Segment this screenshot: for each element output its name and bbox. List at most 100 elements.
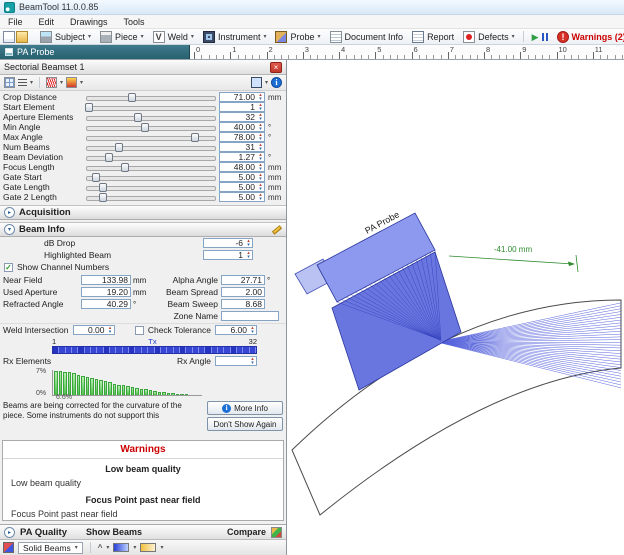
solid-beams-select[interactable]: Solid Beams ▾ [18, 542, 83, 554]
toolbar-subject-button[interactable]: Subject▾ [36, 29, 95, 45]
drawing-area[interactable]: PA Probe -41.00 mm [287, 60, 624, 555]
chevron-down-icon[interactable]: ▾ [106, 544, 109, 551]
spinner-arrows[interactable]: ▴▾ [257, 163, 264, 171]
parameter-slider[interactable] [86, 143, 216, 152]
spinner-arrows[interactable]: ▴▾ [257, 103, 264, 111]
stat-value[interactable]: 133.98 [81, 275, 131, 285]
toolbar-weld-button[interactable]: Weld▾ [149, 29, 198, 45]
spinner-arrows[interactable]: ▴▾ [257, 133, 264, 141]
spin-down-icon[interactable]: ▾ [259, 137, 262, 141]
slider-thumb[interactable] [128, 93, 136, 102]
slider-thumb[interactable] [115, 143, 123, 152]
gain-icon[interactable] [66, 77, 77, 88]
section-pa-quality[interactable]: ▸ PA Quality Show Beams Compare [0, 524, 286, 539]
rx-angle-spinbox[interactable]: ▴▾ [215, 356, 257, 366]
check-tolerance-checkbox[interactable] [135, 326, 144, 335]
folder-icon[interactable] [16, 31, 28, 43]
menu-item-edit[interactable]: Edit [31, 16, 63, 28]
show-channel-numbers-checkbox[interactable]: ✓ [4, 263, 13, 272]
show-beams-button[interactable]: Show Beams [86, 527, 142, 537]
stat-value[interactable]: 8.68 [221, 299, 265, 309]
parameter-slider[interactable] [86, 123, 216, 132]
slider-thumb[interactable] [105, 153, 113, 162]
stat-value[interactable]: 2.00 [221, 287, 265, 297]
stat-value[interactable]: 27.71 [221, 275, 265, 285]
zone-name-input[interactable] [221, 311, 279, 321]
spinner-arrows[interactable]: ▴▾ [107, 326, 114, 334]
element-cell[interactable] [250, 347, 256, 353]
spin-down-icon[interactable]: ▾ [259, 167, 262, 171]
grid-icon[interactable] [4, 77, 15, 88]
chevron-down-icon[interactable]: ▾ [4, 224, 15, 235]
value-spinbox[interactable]: 5.00▴▾ [219, 172, 265, 182]
display-options-icon[interactable] [251, 77, 262, 88]
spin-down-icon[interactable]: ▾ [247, 255, 250, 259]
compare-button[interactable]: Compare [227, 527, 266, 537]
spinner-arrows[interactable]: ▴▾ [257, 93, 264, 101]
dont-show-again-button[interactable]: Don't Show Again [207, 417, 283, 431]
spinner-arrows[interactable]: ▴▾ [257, 153, 264, 161]
spinner-arrows[interactable]: ▴▾ [245, 251, 252, 259]
parameter-slider[interactable] [86, 183, 216, 192]
toolbar-defects-button[interactable]: Defects▾ [459, 29, 519, 45]
wand-icon[interactable] [272, 225, 282, 234]
spinner-arrows[interactable]: ▴▾ [257, 193, 264, 201]
value-spinbox[interactable]: 1▴▾ [219, 102, 265, 112]
highlighted-beam-spinbox[interactable]: 1 ▴▾ [203, 250, 253, 260]
parameter-slider[interactable] [86, 163, 216, 172]
spinner-arrows[interactable]: ▴▾ [257, 173, 264, 181]
info-icon[interactable]: i [271, 77, 282, 88]
slider-thumb[interactable] [121, 163, 129, 172]
spin-down-icon[interactable]: ▾ [259, 157, 262, 161]
spin-down-icon[interactable]: ▾ [259, 187, 262, 191]
warning-item[interactable]: Low beam quality [3, 476, 283, 490]
beam-style-icon[interactable] [46, 77, 57, 88]
value-spinbox[interactable]: 1.27▴▾ [219, 152, 265, 162]
value-spinbox[interactable]: 5.00▴▾ [219, 192, 265, 202]
beam-color-swatch[interactable] [113, 543, 129, 552]
toolbar-probe-button[interactable]: Probe▾ [271, 29, 324, 45]
toolbar-instrument-button[interactable]: Instrument▾ [199, 29, 271, 45]
spinner-arrows[interactable]: ▴▾ [257, 143, 264, 151]
document-icon[interactable] [3, 31, 15, 43]
value-spinbox[interactable]: 40.00▴▾ [219, 122, 265, 132]
chevron-right-icon[interactable]: ▸ [4, 207, 15, 218]
tolerance-spinbox[interactable]: 6.00 ▴▾ [215, 325, 257, 335]
spin-down-icon[interactable]: ▾ [259, 197, 262, 201]
chevron-down-icon[interactable]: ▾ [80, 79, 83, 86]
menu-item-drawings[interactable]: Drawings [62, 16, 116, 28]
spin-down-icon[interactable]: ▾ [247, 243, 250, 247]
spinner-arrows[interactable]: ▴▾ [257, 183, 264, 191]
warning-item[interactable]: Focus Point past near field [3, 507, 283, 521]
toolbar-report-button[interactable]: Report [408, 29, 458, 45]
spin-down-icon[interactable]: ▾ [109, 330, 112, 334]
gate-color-swatch[interactable] [140, 543, 156, 552]
menu-item-tools[interactable]: Tools [116, 16, 153, 28]
tab-pa-probe[interactable]: PA Probe [0, 45, 190, 59]
menu-item-file[interactable]: File [0, 16, 31, 28]
chevron-down-icon[interactable]: ▾ [60, 79, 63, 86]
spin-down-icon[interactable]: ▾ [251, 330, 254, 334]
value-spinbox[interactable]: 31▴▾ [219, 142, 265, 152]
value-spinbox[interactable]: 78.00▴▾ [219, 132, 265, 142]
close-icon[interactable]: × [270, 62, 282, 73]
parameter-slider[interactable] [86, 153, 216, 162]
parameter-slider[interactable] [86, 193, 216, 202]
stat-value[interactable]: 19.20 [81, 287, 131, 297]
spinner-arrows[interactable]: ▴▾ [249, 326, 256, 334]
slider-thumb[interactable] [141, 123, 149, 132]
weld-intersection-spinbox[interactable]: 0.00 ▴▾ [73, 325, 115, 335]
run-button[interactable]: ▶ [528, 30, 552, 44]
parameter-slider[interactable] [86, 133, 216, 142]
parameter-slider[interactable] [86, 93, 216, 102]
value-spinbox[interactable]: 48.00▴▾ [219, 162, 265, 172]
spin-down-icon[interactable]: ▾ [259, 97, 262, 101]
toolbar-docinfo-button[interactable]: Document Info [326, 29, 408, 45]
spin-down-icon[interactable]: ▾ [259, 117, 262, 121]
caret-icon[interactable]: ^ [98, 543, 103, 552]
toolbar-warnings-button[interactable]: Warnings (2)▾ [553, 29, 624, 45]
parameter-slider[interactable] [86, 103, 216, 112]
spin-down-icon[interactable]: ▾ [259, 107, 262, 111]
slider-thumb[interactable] [191, 133, 199, 142]
more-info-button[interactable]: i More Info [207, 401, 283, 415]
